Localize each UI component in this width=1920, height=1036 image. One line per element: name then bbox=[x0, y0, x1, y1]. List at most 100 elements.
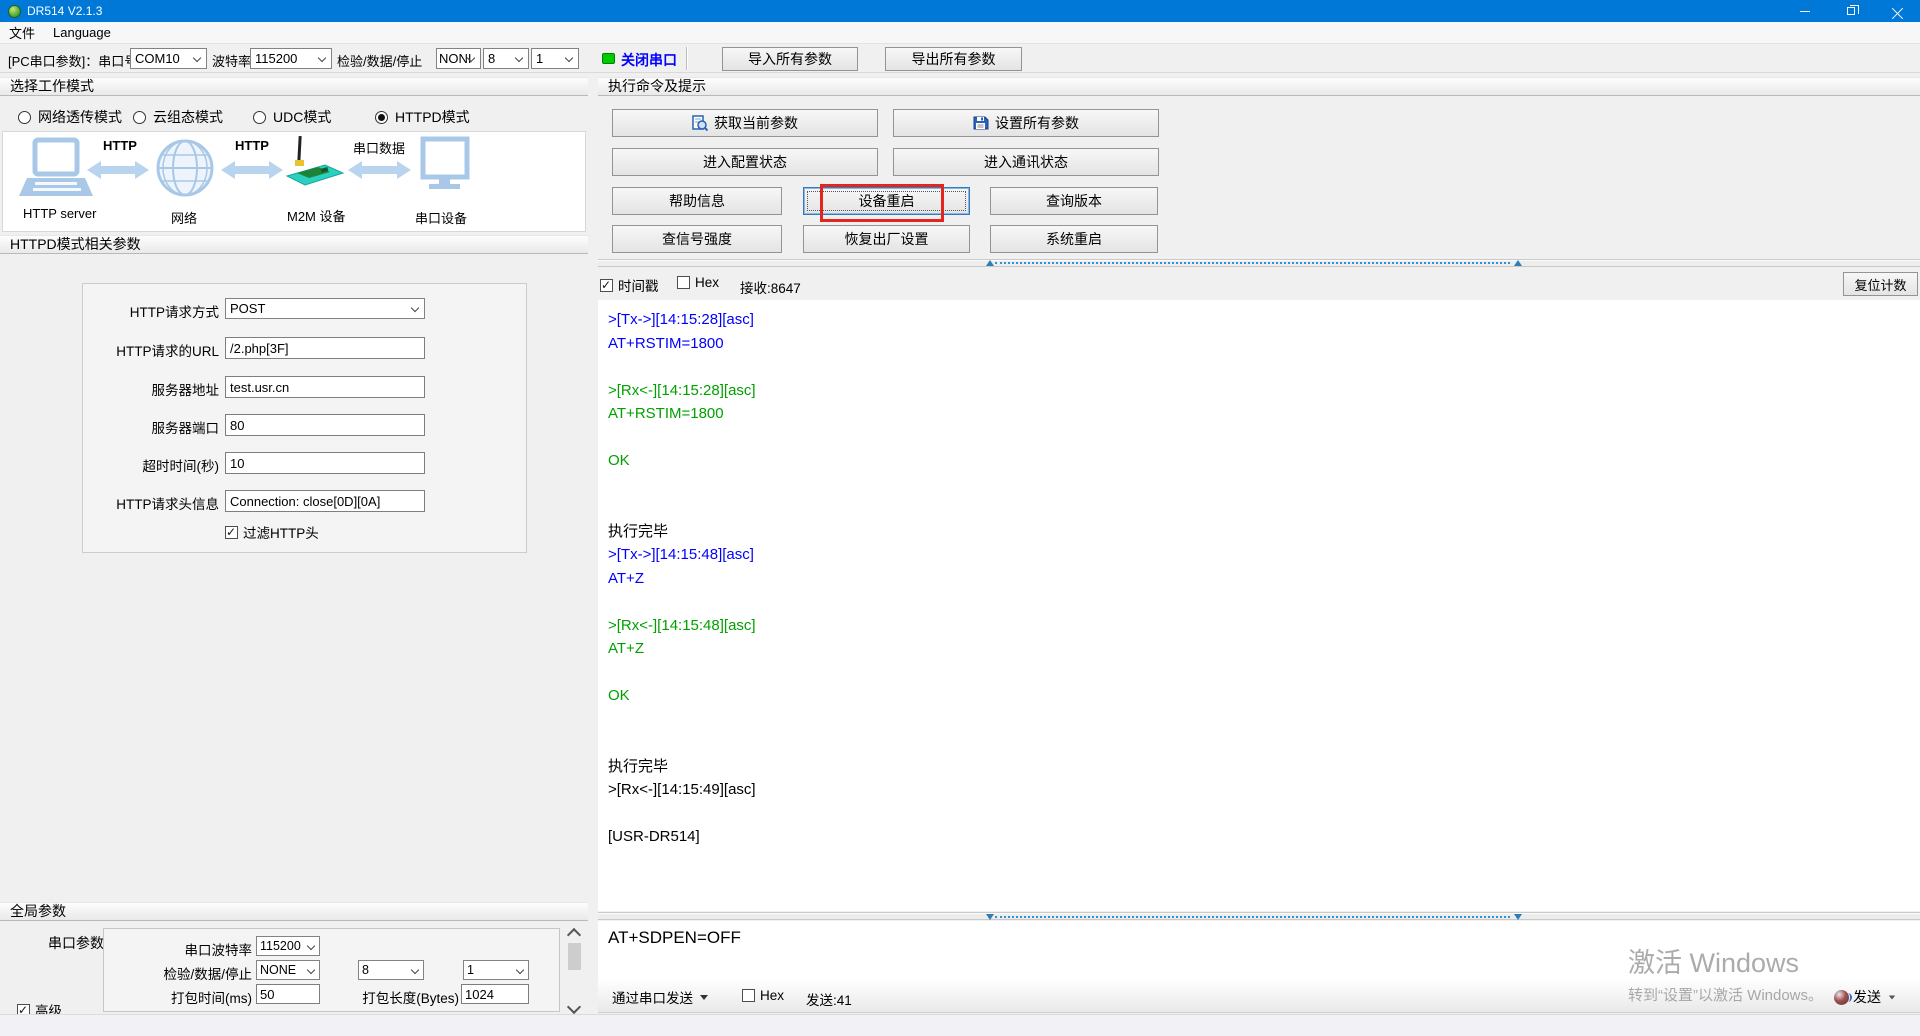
titlebar: DR514 V2.1.3 bbox=[0, 0, 1920, 22]
set-params-button[interactable]: 设置所有参数 bbox=[893, 109, 1159, 137]
collapse-up-icon[interactable] bbox=[1514, 260, 1522, 266]
checkbox-icon bbox=[225, 525, 238, 539]
filter-http-header-checkbox[interactable]: 过滤HTTP头 bbox=[225, 522, 319, 542]
send-area: AT+SDPEN=OFF 通过串口发送 Hex 发送:41 发送 bbox=[598, 921, 1920, 1013]
export-params-button[interactable]: 导出所有参数 bbox=[885, 47, 1022, 71]
timeout-label: 超时时间(秒) bbox=[142, 459, 220, 474]
menubar: 文件 Language bbox=[0, 22, 1920, 44]
log-line: >[Tx->][14:15:28][asc] bbox=[608, 311, 754, 328]
gp-stopbits-select[interactable]: 1 bbox=[463, 960, 529, 980]
log-line: AT+RSTIM=1800 bbox=[608, 405, 724, 422]
hex-send-checkbox[interactable]: Hex bbox=[742, 988, 784, 1003]
chevron-down-icon bbox=[515, 965, 525, 975]
import-params-button[interactable]: 导入所有参数 bbox=[722, 47, 858, 71]
log-line: 执行完毕 bbox=[608, 522, 669, 540]
query-version-button[interactable]: 查询版本 bbox=[990, 187, 1158, 215]
log-splitter-top[interactable] bbox=[598, 259, 1920, 267]
server-address-input[interactable] bbox=[225, 376, 425, 398]
laptop-icon bbox=[19, 137, 93, 196]
scroll-down-icon[interactable] bbox=[566, 999, 582, 1015]
log-line: 执行完毕 bbox=[608, 757, 669, 775]
radio-transparent-mode[interactable]: 网络透传模式 bbox=[18, 107, 122, 127]
http-method-select[interactable]: POST bbox=[225, 298, 425, 319]
factory-reset-button[interactable]: 恢复出厂设置 bbox=[803, 225, 970, 253]
send-sphere-icon bbox=[1834, 989, 1852, 1005]
global-params-scrollbar[interactable] bbox=[566, 926, 584, 1016]
baud-select[interactable]: 115200 bbox=[250, 48, 332, 69]
send-button[interactable]: 发送 bbox=[1834, 987, 1896, 1007]
commands-header: 执行命令及提示 bbox=[598, 77, 1920, 96]
splitter-dots bbox=[995, 916, 1510, 918]
radio-icon bbox=[253, 110, 266, 124]
gp-parity-select[interactable]: NONE bbox=[256, 960, 320, 980]
server-port-input[interactable] bbox=[225, 414, 425, 436]
send-via-serial-dropdown[interactable]: 通过串口发送 bbox=[612, 987, 708, 1007]
chevron-down-icon bbox=[410, 965, 420, 975]
gp-baud-select[interactable]: 115200 bbox=[256, 936, 320, 956]
pack-len-input[interactable] bbox=[461, 984, 529, 1004]
scrollbar-thumb[interactable] bbox=[568, 943, 581, 970]
httpd-params-header: HTTPD模式相关参数 bbox=[0, 235, 588, 254]
http-url-input[interactable] bbox=[225, 337, 425, 359]
log-line: >[Tx->][14:15:48][asc] bbox=[608, 546, 754, 563]
menu-file[interactable]: 文件 bbox=[0, 22, 44, 43]
send-text-input[interactable]: AT+SDPEN=OFF bbox=[608, 928, 741, 948]
log-line: >[Rx<-][14:15:28][asc] bbox=[608, 381, 756, 399]
radio-icon bbox=[375, 110, 388, 124]
parity-select[interactable]: NONI bbox=[436, 48, 481, 69]
radio-udc-mode[interactable]: UDC模式 bbox=[253, 107, 331, 127]
baud-label: 波特率 bbox=[212, 54, 252, 69]
checkbox-icon bbox=[742, 989, 755, 1002]
radio-httpd-mode[interactable]: HTTPD模式 bbox=[375, 107, 470, 127]
reset-count-button[interactable]: 复位计数 bbox=[1843, 272, 1918, 296]
arrow-icon bbox=[87, 161, 149, 179]
help-info-button[interactable]: 帮助信息 bbox=[612, 187, 782, 215]
gp-parity-label: 检验/数据/停止 bbox=[163, 967, 252, 982]
close-serial-button[interactable]: 关闭串口 bbox=[621, 50, 677, 70]
collapse-up-icon[interactable] bbox=[986, 260, 994, 266]
scroll-up-icon[interactable] bbox=[566, 927, 582, 943]
stopbits-select[interactable]: 1 bbox=[531, 48, 579, 69]
enter-config-button[interactable]: 进入配置状态 bbox=[612, 148, 878, 176]
restore-icon bbox=[1847, 5, 1859, 15]
hex-recv-checkbox[interactable]: Hex bbox=[677, 275, 719, 290]
system-reboot-button[interactable]: 系统重启 bbox=[990, 225, 1158, 253]
com-port-select[interactable]: COM10 bbox=[130, 48, 207, 69]
timeout-input[interactable] bbox=[225, 452, 425, 474]
chevron-down-icon bbox=[306, 941, 316, 951]
recv-count: 接收:8647 bbox=[740, 281, 801, 296]
log-splitter-bottom[interactable] bbox=[598, 912, 1920, 920]
radio-icon bbox=[18, 110, 31, 124]
arrow-icon bbox=[348, 161, 411, 179]
httpd-form: HTTP请求方式 POST HTTP请求的URL 服务器地址 服务器端口 超时时… bbox=[82, 283, 527, 553]
signal-strength-button[interactable]: 查信号强度 bbox=[612, 225, 782, 253]
close-button[interactable] bbox=[1874, 0, 1920, 22]
restore-button[interactable] bbox=[1828, 0, 1874, 22]
chevron-down-icon bbox=[317, 53, 327, 63]
log-area[interactable]: >[Tx->][14:15:28][asc] AT+RSTIM=1800 >[Rx… bbox=[598, 300, 1920, 911]
red-highlight-annotation bbox=[820, 184, 944, 222]
minimize-button[interactable] bbox=[1782, 0, 1828, 22]
network-label: 网络 bbox=[171, 211, 198, 226]
radio-cloud-mode[interactable]: 云组态模式 bbox=[133, 107, 223, 127]
collapse-down-icon[interactable] bbox=[986, 914, 994, 920]
collapse-down-icon[interactable] bbox=[1514, 914, 1522, 920]
http-label: HTTP bbox=[103, 138, 137, 153]
app-window: DR514 V2.1.3 文件 Language [PC串口参数]：串口号 CO… bbox=[0, 0, 1920, 1036]
timestamp-checkbox[interactable]: 时间戳 bbox=[600, 275, 659, 295]
http-header-input[interactable] bbox=[225, 490, 425, 512]
databits-select[interactable]: 8 bbox=[483, 48, 529, 69]
enter-comm-button[interactable]: 进入通讯状态 bbox=[893, 148, 1159, 176]
server-port-label: 服务器端口 bbox=[151, 421, 220, 436]
menu-language[interactable]: Language bbox=[44, 22, 120, 43]
pack-time-input[interactable] bbox=[256, 984, 320, 1004]
get-params-button[interactable]: 获取当前参数 bbox=[612, 109, 878, 137]
chevron-down-icon bbox=[410, 303, 420, 313]
http-label: HTTP bbox=[235, 138, 269, 153]
gp-databits-select[interactable]: 8 bbox=[358, 960, 424, 980]
minimize-icon bbox=[1800, 10, 1810, 12]
